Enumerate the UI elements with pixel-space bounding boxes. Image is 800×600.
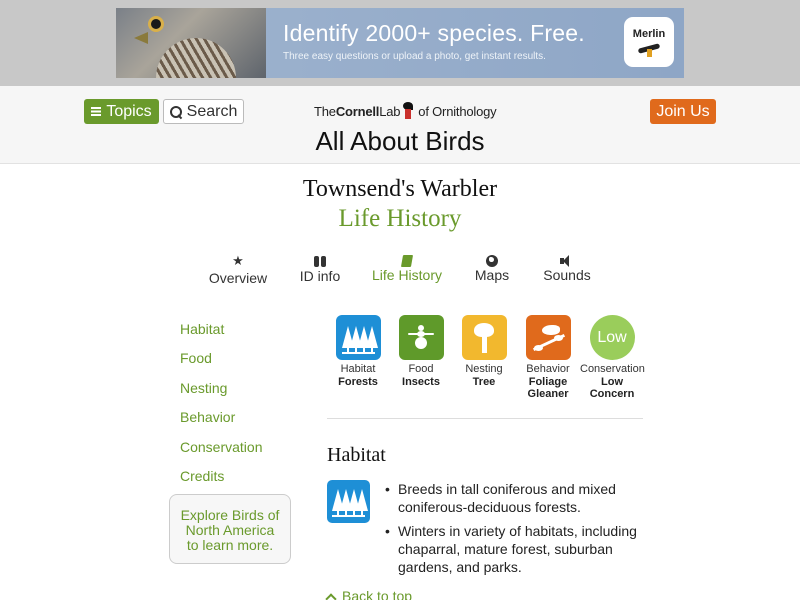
conservation-low-badge: Low <box>589 315 635 360</box>
habitat-heading: Habitat <box>327 444 386 466</box>
insect-icon <box>398 315 444 360</box>
tab-label: ID info <box>299 268 341 284</box>
list-item: Breeds in tall coniferous and mixed coni… <box>380 480 642 516</box>
forest-icon <box>327 480 370 523</box>
fact-value: Concern <box>589 388 635 400</box>
bird-on-branch-icon <box>525 315 571 360</box>
book-icon <box>400 255 414 267</box>
binoculars-icon <box>313 255 327 268</box>
sidebar-link-habitat[interactable]: Habitat <box>180 321 224 337</box>
explore-line: to learn more. <box>186 537 274 553</box>
habitat-list: Breeds in tall coniferous and mixed coni… <box>380 480 642 582</box>
tab-life-history[interactable]: Life History <box>370 253 444 283</box>
ad-headline: Identify 2000+ species. Free. <box>283 20 585 46</box>
fact-category: Food <box>408 363 434 375</box>
logo-prefix: The <box>314 103 336 119</box>
site-header: Topics Search The Cornell Lab of Ornitho… <box>0 86 800 164</box>
tab-overview[interactable]: ★ Overview <box>207 253 269 286</box>
merlin-label: Merlin <box>632 27 666 40</box>
fact-value: Tree <box>472 376 496 388</box>
divider <box>327 418 643 419</box>
cornell-lab-logo[interactable]: The Cornell Lab of Ornithology <box>314 102 497 120</box>
ad-strip: Identify 2000+ species. Free. Three easy… <box>0 0 800 86</box>
tab-label: Sounds <box>543 267 591 283</box>
fact-value: Foliage <box>528 376 568 388</box>
section-title: Life History <box>338 205 462 232</box>
search-icon <box>169 105 182 118</box>
explore-line: Explore Birds of <box>180 507 280 523</box>
star-icon: ★ <box>232 253 244 268</box>
fact-category: Habitat <box>340 363 376 375</box>
menu-icon <box>91 107 102 116</box>
topics-label: Topics <box>106 102 152 120</box>
fact-behavior[interactable]: Behavior Foliage Gleaner <box>517 315 579 400</box>
back-to-top-link[interactable]: Back to top <box>325 588 413 600</box>
fact-value: Gleaner <box>527 388 569 400</box>
ad-subtext: Three easy questions or upload a photo, … <box>283 51 546 62</box>
forest-icon <box>335 315 381 360</box>
fact-category: Nesting <box>465 363 503 375</box>
search-button[interactable]: Search <box>163 99 244 124</box>
tree-icon <box>461 315 507 360</box>
sidebar-link-behavior[interactable]: Behavior <box>180 409 235 425</box>
fact-value: Low <box>601 376 623 388</box>
search-label: Search <box>186 102 238 120</box>
cornell-bird-icon <box>402 102 416 120</box>
fact-conservation[interactable]: Low Conservation Low Concern <box>580 315 645 400</box>
fact-food[interactable]: Food Insects <box>390 315 452 388</box>
chevron-up-icon <box>325 592 337 600</box>
list-item: Winters in variety of habitats, includin… <box>380 522 642 576</box>
speaker-icon <box>560 255 574 267</box>
merlin-ad-banner[interactable]: Identify 2000+ species. Free. Three easy… <box>116 8 684 78</box>
fact-value: Forests <box>338 376 378 388</box>
join-us-button[interactable]: Join Us <box>650 99 716 124</box>
tab-maps[interactable]: Maps <box>471 253 513 283</box>
merlin-falcon-image <box>116 8 266 78</box>
explore-birds-box[interactable]: Explore Birds of North America to learn … <box>169 494 291 564</box>
sidebar-link-nesting[interactable]: Nesting <box>180 380 227 396</box>
fact-nesting[interactable]: Nesting Tree <box>453 315 515 388</box>
fact-value: Insects <box>402 376 440 388</box>
logo-suffix: of Ornithology <box>418 103 497 119</box>
globe-icon <box>486 255 498 267</box>
fact-category: Conservation <box>580 363 645 375</box>
site-title[interactable]: All About Birds <box>0 126 800 157</box>
sidebar-link-conservation[interactable]: Conservation <box>180 439 263 455</box>
tab-id-info[interactable]: ID info <box>297 253 343 284</box>
tab-sounds[interactable]: Sounds <box>540 253 594 283</box>
merlin-app-logo: Merlin <box>624 17 674 67</box>
logo-lab: Lab <box>379 103 401 119</box>
topics-button[interactable]: Topics <box>84 99 159 124</box>
tab-label: Maps <box>474 267 510 283</box>
explore-line: North America <box>185 522 275 538</box>
logo-name: Cornell <box>335 103 380 119</box>
tab-label: Life History <box>371 267 443 283</box>
back-to-top-label: Back to top <box>342 588 413 600</box>
fact-habitat[interactable]: Habitat Forests <box>327 315 389 388</box>
merlin-bird-icon <box>638 43 660 57</box>
sidebar-link-credits[interactable]: Credits <box>180 468 224 484</box>
tab-label: Overview <box>208 270 268 286</box>
sidebar-link-food[interactable]: Food <box>180 350 212 366</box>
species-name: Townsend's Warbler <box>302 176 498 202</box>
fact-category: Behavior <box>526 363 570 375</box>
